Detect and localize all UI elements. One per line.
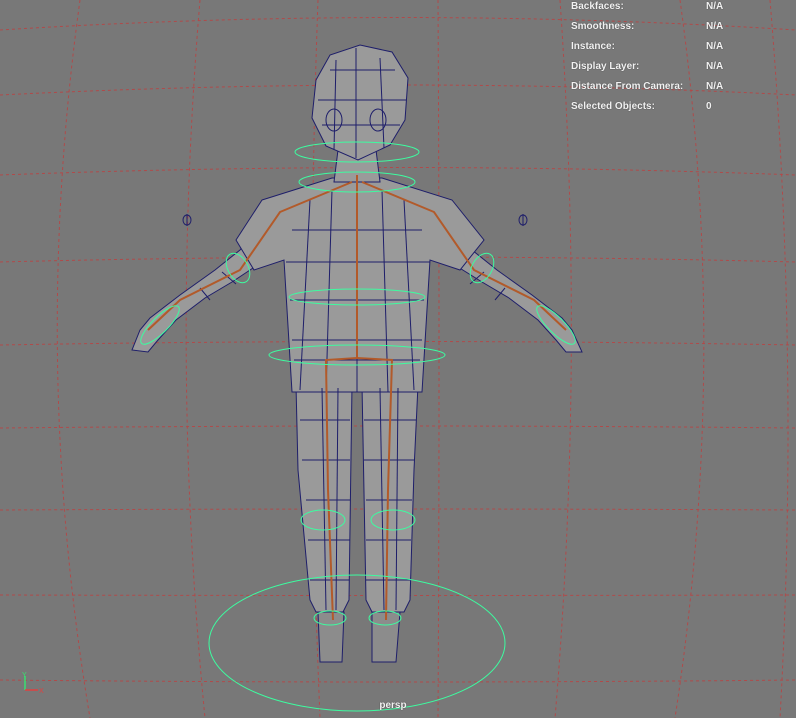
camera-name-label: persp xyxy=(379,700,407,711)
hud-label: Distance From Camera: xyxy=(571,81,684,92)
hud-row-display-layer: Display Layer: N/A xyxy=(570,60,796,80)
hud-label: Display Layer: xyxy=(571,61,640,72)
axis-x-label: X xyxy=(39,688,44,695)
hud-value: N/A xyxy=(706,21,724,32)
hud-label: Smoothness: xyxy=(571,21,635,32)
maya-persp-viewport[interactable]: Backfaces: N/A Smoothness: N/A Instance:… xyxy=(0,0,796,718)
axis-y-label: Y xyxy=(22,672,27,679)
hud-row-distance-from-camera: Distance From Camera: N/A xyxy=(570,80,796,100)
hud-value: N/A xyxy=(706,81,724,92)
hud-row-selected-objects: Selected Objects: 0 xyxy=(570,100,796,120)
left-shoe xyxy=(317,611,345,663)
heads-up-display: Backfaces: N/A Smoothness: N/A Instance:… xyxy=(570,0,796,120)
hud-value: N/A xyxy=(706,61,724,72)
hud-row-backfaces: Backfaces: N/A xyxy=(570,0,796,20)
hud-row-instance: Instance: N/A xyxy=(570,40,796,60)
hud-value: N/A xyxy=(706,41,724,52)
hud-label: Selected Objects: xyxy=(571,101,655,112)
hud-value: N/A xyxy=(706,1,724,12)
head xyxy=(311,44,409,161)
skeleton[interactable] xyxy=(147,175,567,621)
hud-row-smoothness: Smoothness: N/A xyxy=(570,20,796,40)
hud-value: 0 xyxy=(706,101,712,112)
view-axis-icon: Y X xyxy=(22,672,44,695)
hud-label: Instance: xyxy=(571,41,615,52)
hud-label: Backfaces: xyxy=(571,1,624,12)
